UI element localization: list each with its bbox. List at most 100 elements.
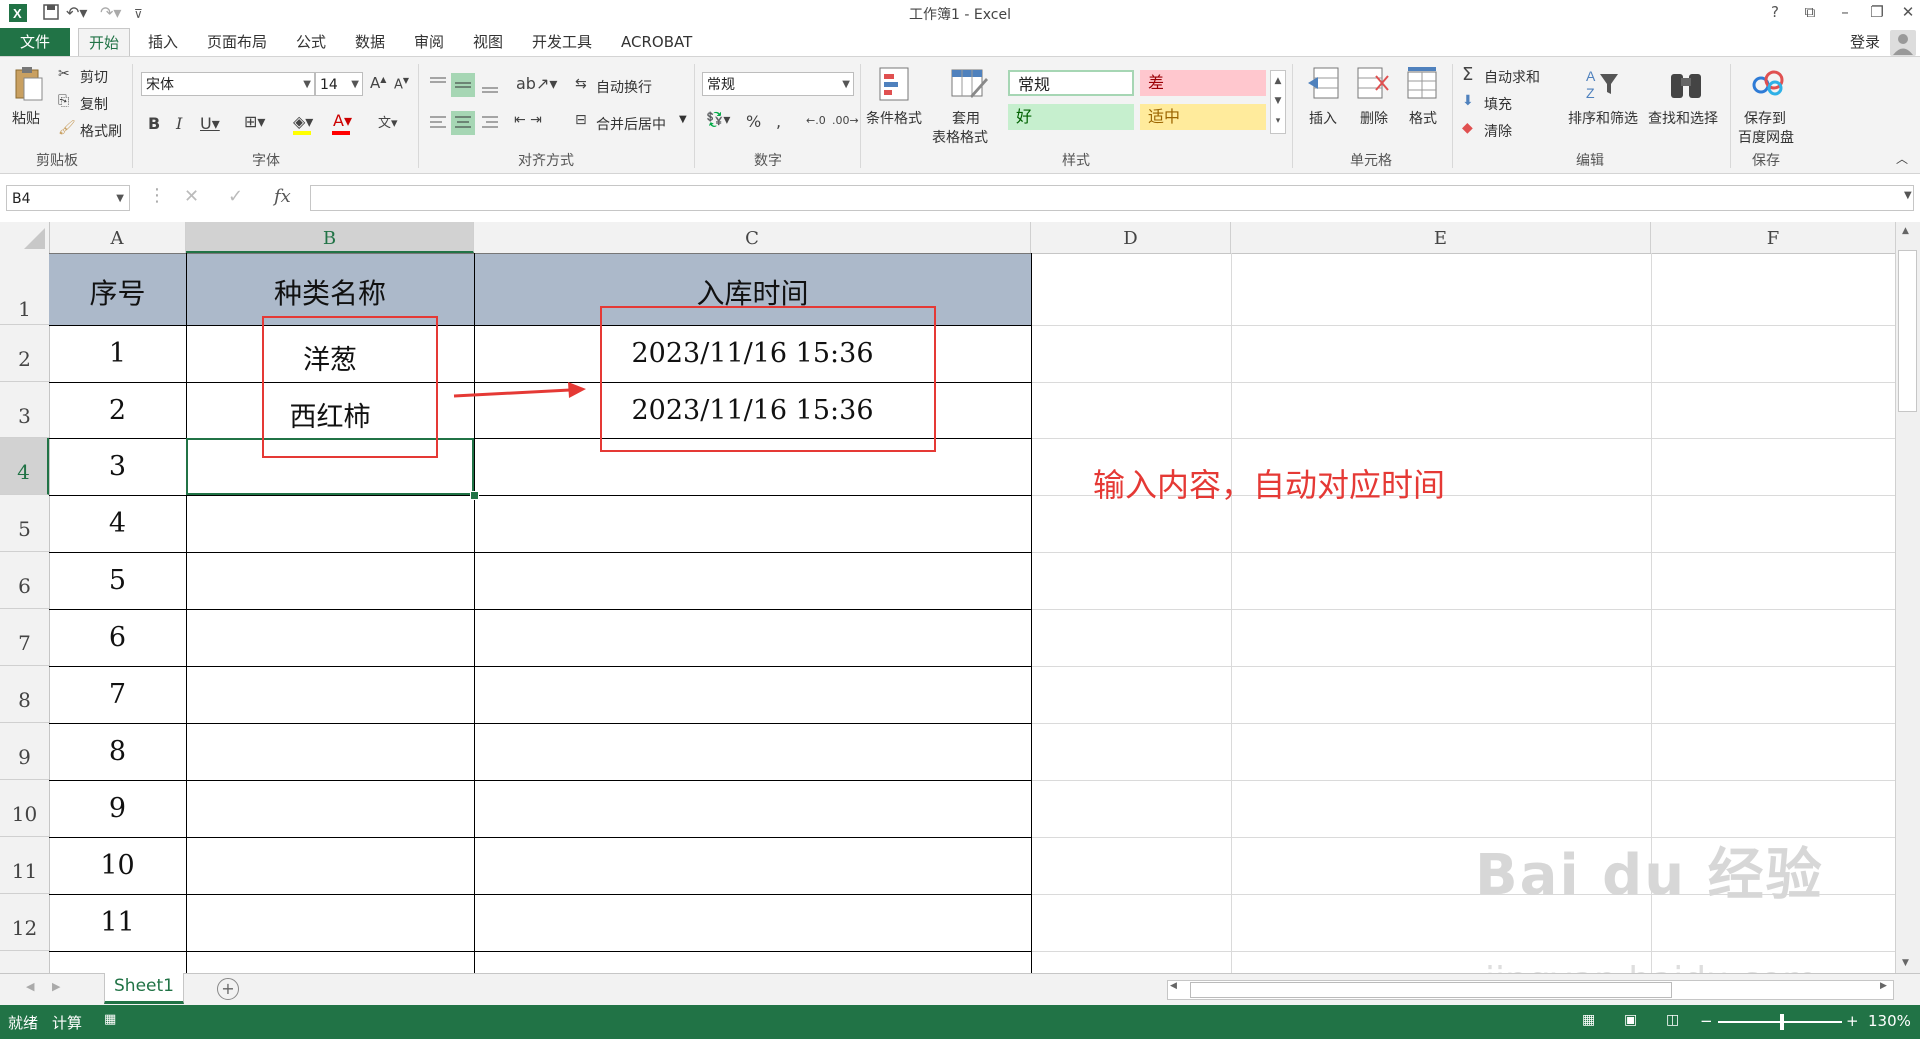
row-header-12[interactable]: 12 [0, 894, 49, 951]
sort-filter-button[interactable]: 排序和筛选 [1568, 108, 1638, 128]
font-color-icon[interactable]: A▾ [333, 111, 352, 130]
restore-icon[interactable]: ❐ [1862, 3, 1892, 21]
sheet-tab[interactable]: Sheet1 [104, 973, 184, 1004]
page-layout-view-icon[interactable]: ▣ [1624, 1012, 1637, 1028]
font-name-select[interactable]: 宋体 ▼ [141, 72, 315, 96]
chevron-down-icon[interactable]: ▼ [1904, 190, 1912, 201]
save-to-line1[interactable]: 保存到 [1744, 108, 1786, 128]
format-painter-icon[interactable]: 🖌 [58, 120, 76, 136]
cell-seq[interactable]: 6 [49, 622, 186, 653]
style-bad[interactable]: 差 [1140, 70, 1266, 96]
style-neutral[interactable]: 适中 [1140, 104, 1266, 130]
format-painter-button[interactable]: 格式刷 [80, 121, 122, 141]
normal-view-icon[interactable]: ▦ [1582, 1012, 1595, 1028]
format-table-line2[interactable]: 表格格式 [932, 127, 988, 147]
conditional-format-button[interactable]: 条件格式 [866, 108, 922, 128]
clear-button[interactable]: 清除 [1484, 121, 1512, 141]
sum-icon[interactable]: Σ [1462, 64, 1473, 85]
customize-qat-icon[interactable]: ⊽ [134, 7, 143, 21]
format-cells-icon[interactable] [1406, 66, 1440, 108]
tab-file[interactable]: 文件 [0, 28, 70, 56]
font-size-select[interactable]: 14 ▼ [315, 72, 363, 96]
minimize-icon[interactable]: – [1830, 3, 1860, 21]
bold-icon[interactable]: B [148, 114, 160, 133]
indent-icons[interactable]: ⇤ ⇥ [514, 112, 542, 128]
style-normal[interactable]: 常规 [1008, 70, 1134, 96]
status-calculate[interactable]: 计算 [52, 1012, 82, 1033]
styles-gallery-scroll[interactable]: ▲ ▼ ▾ [1270, 70, 1286, 134]
tab-data[interactable]: 数据 [355, 28, 385, 56]
insert-cells-icon[interactable] [1306, 66, 1340, 108]
cancel-icon[interactable]: ✕ [184, 186, 199, 207]
scroll-up-icon[interactable]: ▲ [1902, 226, 1909, 236]
format-table-line1[interactable]: 套用 [952, 108, 980, 128]
column-header-e[interactable]: E [1231, 222, 1651, 253]
cut-icon[interactable]: ✂ [58, 66, 70, 82]
tab-acrobat[interactable]: ACROBAT [621, 28, 692, 56]
cell-seq[interactable]: 11 [49, 907, 186, 938]
cell-seq[interactable]: 8 [49, 736, 186, 767]
zoom-slider-thumb[interactable] [1780, 1014, 1784, 1030]
row-header-4[interactable]: 4 [0, 438, 49, 495]
fill-color-icon[interactable]: ◈▾ [293, 112, 313, 131]
border-icon[interactable]: ⊞▾ [244, 112, 265, 131]
tab-developer[interactable]: 开发工具 [532, 28, 592, 56]
column-header-c[interactable]: C [474, 222, 1031, 253]
cell-seq[interactable]: 2 [49, 395, 186, 426]
binoculars-icon[interactable] [1668, 66, 1704, 106]
tab-insert[interactable]: 插入 [148, 28, 178, 56]
insert-cells-button[interactable]: 插入 [1309, 108, 1337, 128]
cell-seq[interactable]: 3 [49, 451, 186, 482]
save-icon[interactable] [42, 3, 60, 25]
avatar[interactable] [1890, 30, 1916, 56]
row-header-9[interactable]: 9 [0, 723, 49, 780]
column-header-d[interactable]: D [1031, 222, 1231, 253]
zoom-level[interactable]: 130% [1868, 1012, 1911, 1030]
vertical-align-icons[interactable] [426, 72, 510, 98]
eraser-icon[interactable]: ◆ [1462, 120, 1473, 136]
tab-review[interactable]: 审阅 [414, 28, 444, 56]
tab-home[interactable]: 开始 [78, 28, 131, 57]
row-header-5[interactable]: 5 [0, 495, 49, 552]
prev-sheet-icon[interactable]: ◀ [26, 980, 34, 993]
merge-center-icon[interactable]: ⊟ [575, 112, 587, 128]
login-link[interactable]: 登录 [1850, 28, 1880, 56]
percent-icon[interactable]: % [746, 112, 761, 131]
vertical-scroll-thumb[interactable] [1898, 250, 1917, 412]
row-header-6[interactable]: 6 [0, 552, 49, 609]
column-header-f[interactable]: F [1651, 222, 1895, 253]
decrease-font-icon[interactable]: A▼ [394, 76, 409, 92]
cell-seq[interactable]: 10 [49, 850, 186, 881]
fill-button[interactable]: 填充 [1484, 94, 1512, 114]
orientation-icon[interactable]: ab↗▾ [516, 74, 557, 93]
add-sheet-button[interactable]: + [217, 978, 239, 1000]
row-header-3[interactable]: 3 [0, 382, 49, 438]
insert-function-icon[interactable]: fx [274, 186, 291, 207]
horizontal-scroll-thumb[interactable] [1190, 982, 1672, 998]
header-kind[interactable]: 种类名称 [186, 253, 474, 325]
tab-page-layout[interactable]: 页面布局 [207, 28, 267, 56]
cell-seq[interactable]: 9 [49, 793, 186, 824]
delete-cells-icon[interactable] [1356, 66, 1390, 108]
tab-view[interactable]: 视图 [473, 28, 503, 56]
find-select-button[interactable]: 查找和选择 [1648, 108, 1718, 128]
scroll-left-icon[interactable]: ◀ [1170, 981, 1177, 991]
format-cells-button[interactable]: 格式 [1409, 108, 1437, 128]
cell-seq[interactable]: 1 [49, 338, 186, 369]
tab-formulas[interactable]: 公式 [296, 28, 326, 56]
formula-input[interactable] [310, 185, 1914, 211]
name-box[interactable]: B4 ▼ [6, 185, 130, 211]
cell-seq[interactable]: 7 [49, 679, 186, 710]
conditional-format-icon[interactable] [878, 66, 912, 108]
row-header-1[interactable]: 1 [0, 253, 49, 325]
enter-icon[interactable]: ✓ [228, 186, 243, 207]
italic-icon[interactable]: I [176, 114, 182, 133]
increase-font-icon[interactable]: A▲ [370, 74, 386, 92]
format-as-table-icon[interactable] [950, 66, 988, 108]
zoom-out-icon[interactable]: − [1700, 1012, 1713, 1030]
horizontal-align-icons[interactable] [426, 110, 510, 136]
increase-decimal-icon[interactable]: ←.0 [806, 114, 826, 127]
comma-icon[interactable]: , [776, 112, 781, 131]
scroll-down-icon[interactable]: ▼ [1902, 958, 1909, 968]
autosum-button[interactable]: 自动求和 [1484, 67, 1540, 87]
